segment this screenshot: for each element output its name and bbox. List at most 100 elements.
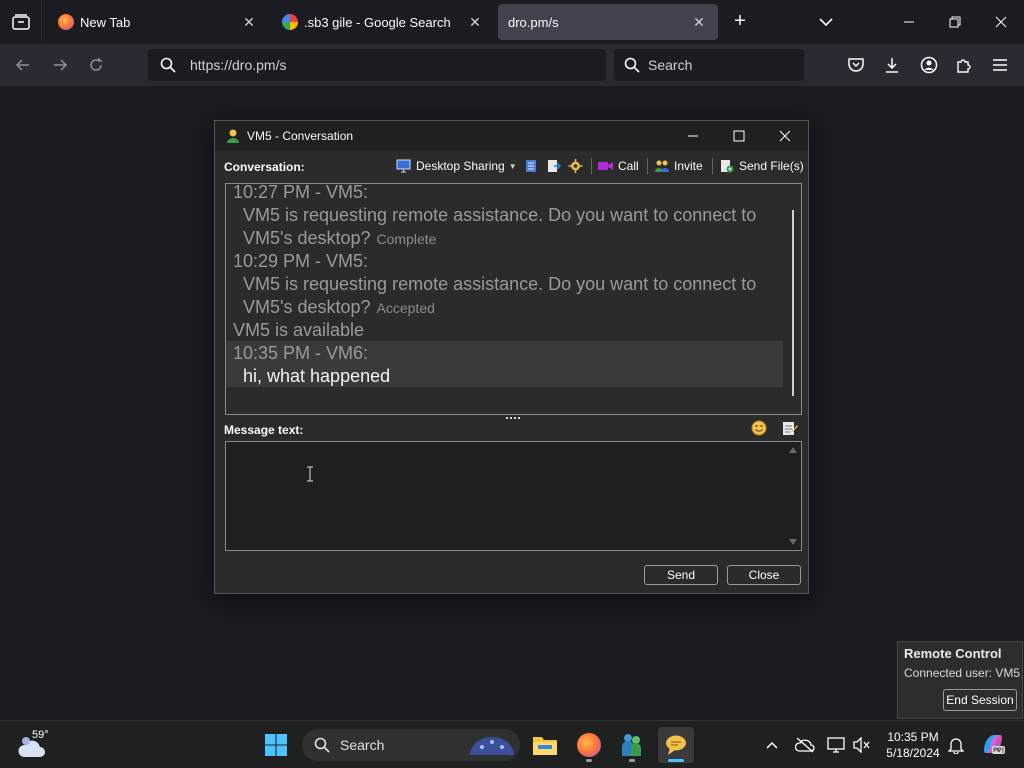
format-text-button[interactable] [781, 419, 799, 437]
weather-widget[interactable]: 59° [18, 729, 50, 761]
remote-control-title: Remote Control [904, 646, 1002, 661]
firefox-icon [577, 733, 601, 757]
speaker-muted-icon [853, 737, 870, 753]
end-session-button[interactable]: End Session [943, 689, 1017, 711]
taskbar-chat-conversation[interactable] [658, 727, 694, 763]
show-hidden-icons-button[interactable] [762, 735, 782, 755]
back-button[interactable] [10, 52, 36, 78]
call-button[interactable]: Call [598, 156, 639, 176]
taskbar-firefox[interactable] [571, 727, 607, 763]
firefox-icon [58, 14, 74, 30]
conversation-title-bar[interactable]: VM5 - Conversation [215, 121, 808, 151]
browser-search-bar[interactable]: Search [614, 49, 804, 81]
desktop-sharing-button[interactable]: Desktop Sharing ▼ [396, 156, 517, 176]
contacts-people-icon [622, 734, 641, 756]
close-tab-icon[interactable]: ✕ [466, 14, 484, 31]
tab-google-search[interactable]: .sb3 gile - Google Search ✕ [272, 4, 494, 40]
emoticon-button[interactable] [750, 419, 768, 437]
maximize-window-button[interactable] [719, 123, 759, 149]
gear-icon [568, 159, 583, 173]
hamburger-menu-icon [993, 59, 1007, 71]
bell-icon [948, 738, 964, 754]
account-button[interactable] [918, 54, 940, 76]
reload-button[interactable] [83, 52, 109, 78]
account-icon [920, 56, 938, 74]
close-button[interactable]: Close [727, 565, 801, 585]
restore-browser-button[interactable] [940, 8, 970, 36]
start-button[interactable] [258, 727, 294, 763]
list-all-tabs-button[interactable] [0, 0, 42, 44]
history-scrollbar[interactable] [792, 210, 794, 396]
scroll-down-arrow-icon[interactable] [789, 539, 797, 545]
invite-button[interactable]: Invite [654, 156, 703, 176]
taskbar-search-box[interactable]: Search [302, 729, 520, 761]
cloud-offline-icon [795, 737, 815, 753]
pocket-icon [848, 58, 864, 72]
message-text: hi, what happened [243, 366, 391, 386]
minimize-window-button[interactable] [673, 123, 713, 149]
invite-people-icon [655, 160, 669, 172]
request-status: Complete [376, 231, 437, 247]
chevron-down-icon [819, 18, 833, 27]
message-input[interactable] [225, 441, 802, 551]
notifications-button[interactable] [946, 735, 966, 755]
request-status: Accepted [376, 300, 435, 316]
close-icon [779, 130, 791, 142]
edit-note-icon [783, 422, 798, 435]
message-text: VM5 is requesting remote assistance. Do … [243, 205, 757, 225]
minimize-browser-button[interactable] [894, 8, 924, 36]
display-tray-icon[interactable] [826, 735, 846, 755]
volume-tray-icon[interactable] [852, 735, 872, 755]
maximize-icon [733, 130, 745, 142]
message-text-continued: VM5's desktop? Complete [243, 228, 436, 249]
taskbar-messenger-contacts[interactable] [614, 727, 650, 763]
pocket-button[interactable] [845, 54, 867, 76]
new-tab-button[interactable]: + [728, 10, 752, 34]
scroll-up-arrow-icon[interactable] [789, 447, 797, 453]
send-button[interactable]: Send [644, 565, 718, 585]
forward-button[interactable] [47, 52, 73, 78]
file-transfer-button[interactable] [546, 156, 566, 176]
close-window-button[interactable] [765, 123, 805, 149]
pane-splitter-handle[interactable] [506, 417, 520, 420]
search-placeholder: Search [648, 57, 693, 73]
desktop-sharing-icon [396, 159, 411, 173]
file-transfer-icon [548, 160, 561, 172]
taskbar-file-explorer[interactable] [527, 727, 563, 763]
dropdown-arrow-icon: ▼ [508, 161, 517, 171]
conversation-history[interactable]: 10:27 PM - VM5: VM5 is requesting remote… [225, 183, 802, 415]
copilot-icon [984, 735, 1005, 754]
notes-button[interactable] [524, 156, 544, 176]
settings-button[interactable] [568, 156, 588, 176]
message-text: VM5 is requesting remote assistance. Do … [243, 274, 757, 294]
copilot-button[interactable] [980, 731, 1006, 757]
tab-new-tab[interactable]: New Tab ✕ [48, 4, 268, 40]
running-indicator [629, 759, 635, 762]
menu-button[interactable] [989, 54, 1011, 76]
windows-taskbar: 59° Search 10:35 PM 5/18/2024 [0, 720, 1024, 768]
connected-user-text: Connected user: VM5 [904, 666, 1021, 680]
clock-time: 10:35 PM [887, 730, 939, 744]
close-tab-icon[interactable]: ✕ [240, 14, 258, 31]
close-icon [995, 16, 1007, 28]
close-browser-button[interactable] [986, 8, 1016, 36]
search-icon [160, 57, 176, 73]
downloads-button[interactable] [881, 54, 903, 76]
back-arrow-icon [15, 59, 29, 71]
onedrive-tray-icon[interactable] [795, 735, 815, 755]
extensions-button[interactable] [953, 54, 975, 76]
forward-arrow-icon [54, 59, 68, 71]
taskbar-search-label: Search [340, 737, 385, 753]
conversation-window: VM5 - Conversation Conversation: Desktop… [214, 120, 809, 594]
running-indicator [586, 759, 592, 762]
close-tab-icon[interactable]: ✕ [690, 14, 708, 31]
tab-dro-pm[interactable]: dro.pm/s ✕ [498, 4, 718, 40]
tab-overflow-button[interactable] [814, 10, 838, 34]
contact-person-icon [227, 129, 239, 143]
send-files-button[interactable]: Send File(s) [719, 156, 804, 176]
search-highlight-illustration-icon [470, 737, 514, 755]
tab-title: dro.pm/s [508, 14, 559, 30]
taskbar-clock[interactable]: 10:35 PM 5/18/2024 [880, 729, 946, 761]
message-text: VM5's desktop? [243, 228, 371, 248]
address-bar[interactable]: https://dro.pm/s [148, 49, 606, 81]
